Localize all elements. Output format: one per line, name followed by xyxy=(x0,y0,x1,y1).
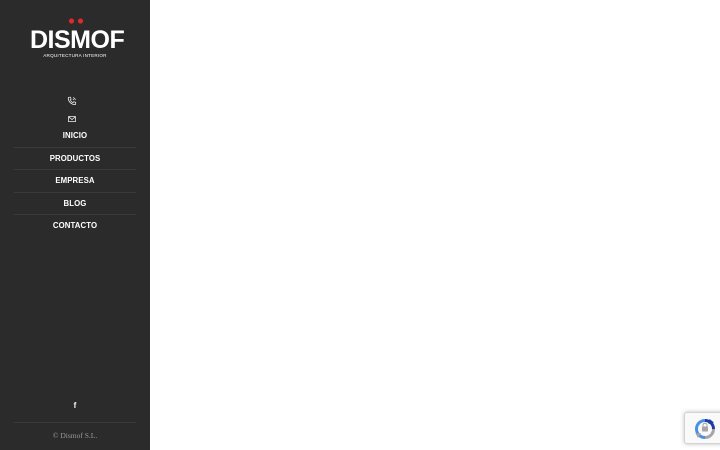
copyright-text: © Dismof S.L. xyxy=(52,431,98,440)
footer-divider xyxy=(14,422,136,423)
facebook-icon[interactable]: f xyxy=(70,400,80,412)
phone-icon[interactable] xyxy=(67,96,77,106)
nav-item-contacto[interactable]: CONTACTO xyxy=(14,215,136,238)
logo-tagline: ARQUITECTURA INTERIOR xyxy=(43,53,107,58)
mail-icon[interactable] xyxy=(67,114,77,124)
recaptcha-icon xyxy=(695,419,715,439)
sidebar: DISMOF ARQUITECTURA INTERIOR INICIO PROD… xyxy=(0,0,150,450)
nav-item-inicio[interactable]: INICIO xyxy=(14,125,136,148)
main-content xyxy=(150,0,720,450)
nav-item-empresa[interactable]: EMPRESA xyxy=(14,170,136,193)
nav-item-productos[interactable]: PRODUCTOS xyxy=(14,148,136,170)
recaptcha-badge[interactable] xyxy=(684,412,720,444)
dismof-logo[interactable]: DISMOF ARQUITECTURA INTERIOR xyxy=(30,17,125,63)
nav-item-blog[interactable]: BLOG xyxy=(14,193,136,215)
main-nav: INICIO PRODUCTOS EMPRESA BLOG CONTACTO xyxy=(14,125,136,238)
logo-dots-icon xyxy=(68,18,84,24)
logo-wordmark: DISMOF xyxy=(30,26,125,54)
